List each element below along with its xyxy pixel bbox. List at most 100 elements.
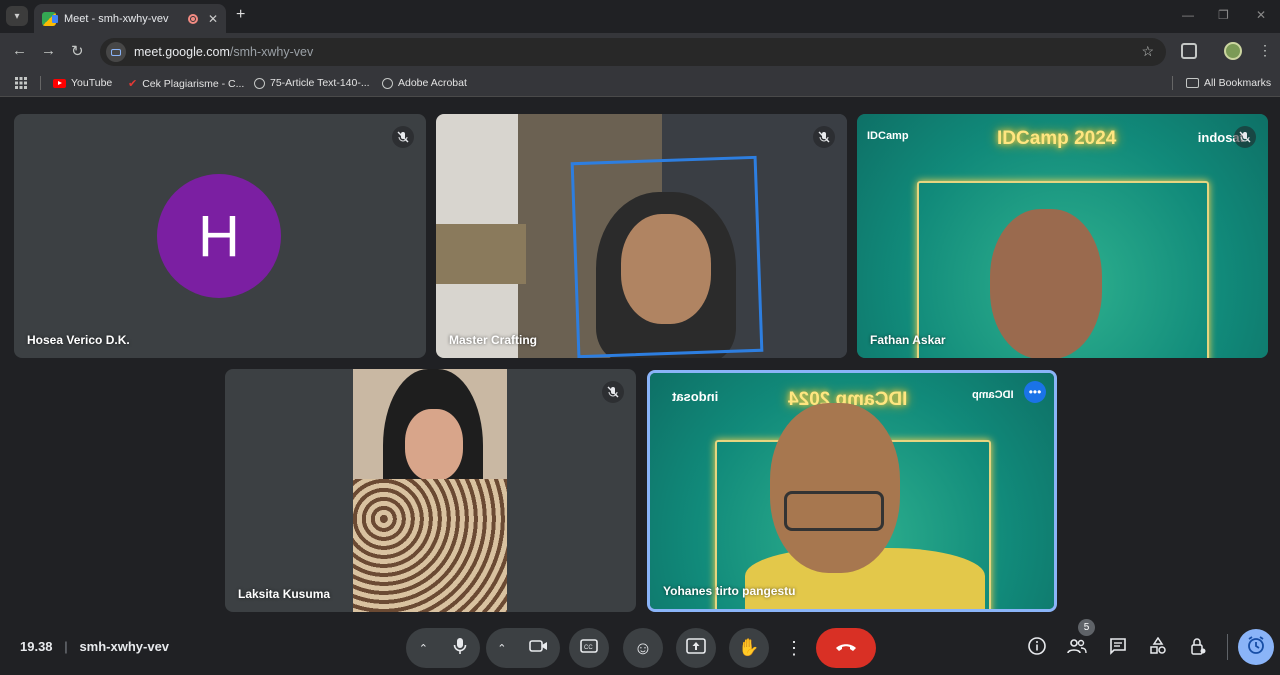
glasses bbox=[784, 491, 884, 531]
participant-face bbox=[770, 403, 900, 573]
camera-control[interactable]: ⌃ bbox=[486, 628, 560, 668]
bookmarks-bar: YouTube ✔ Cek Plagiarisme - C... 75-Arti… bbox=[0, 71, 1280, 97]
info-icon bbox=[1028, 636, 1046, 660]
browser-menu-icon[interactable]: ⋮ bbox=[1258, 42, 1272, 59]
apps-grid-icon[interactable] bbox=[15, 77, 27, 89]
captions-button[interactable]: CC bbox=[569, 628, 609, 668]
back-icon[interactable]: ← bbox=[12, 42, 27, 59]
participant-tile[interactable]: H Hosea Verico D.K. bbox=[14, 114, 426, 358]
timer-button[interactable] bbox=[1238, 629, 1274, 665]
bookmark-youtube[interactable]: YouTube bbox=[53, 77, 112, 89]
people-count-badge: 5 bbox=[1078, 619, 1095, 636]
idcamp-logo: IDCamp bbox=[972, 389, 1014, 401]
participant-video bbox=[353, 369, 507, 612]
people-icon bbox=[1067, 638, 1087, 659]
bookmark-cek-plagiarisme[interactable]: ✔ Cek Plagiarisme - C... bbox=[128, 77, 245, 91]
muted-mic-icon bbox=[602, 381, 624, 403]
divider: | bbox=[64, 639, 68, 654]
tab-title: Meet - smh-xwhy-vev bbox=[64, 12, 169, 25]
people-button[interactable] bbox=[1067, 638, 1087, 658]
more-options-button[interactable]: ⋮ bbox=[782, 628, 806, 668]
meeting-time: 19.38 | smh-xwhy-vev bbox=[20, 639, 169, 654]
idcamp-logo: IDCamp bbox=[867, 130, 909, 142]
microphone-control[interactable]: ⌃ bbox=[406, 628, 480, 668]
site-info-icon[interactable] bbox=[106, 42, 126, 62]
restore-icon[interactable]: ❐ bbox=[1218, 8, 1229, 22]
more-vert-icon: ⋮ bbox=[785, 637, 803, 658]
hang-up-icon bbox=[835, 639, 857, 657]
checkmark-icon: ✔ bbox=[128, 78, 138, 90]
minimize-icon[interactable]: — bbox=[1182, 8, 1194, 22]
active-speaker-tile[interactable]: indosat IDCamp 2024 IDCamp ••• Yohanes t… bbox=[647, 370, 1057, 612]
forward-icon[interactable]: → bbox=[41, 42, 56, 59]
extensions-icon[interactable] bbox=[1181, 43, 1197, 59]
leave-call-button[interactable] bbox=[816, 628, 876, 668]
present-screen-icon bbox=[686, 637, 706, 659]
browser-toolbar: ← → ↻ meet.google.com/smh-xwhy-vev ☆ ⋮ bbox=[0, 33, 1280, 71]
close-tab-icon[interactable]: ✕ bbox=[208, 12, 218, 26]
alarm-clock-icon bbox=[1246, 635, 1266, 660]
avatar: H bbox=[157, 174, 281, 298]
address-bar[interactable]: meet.google.com/smh-xwhy-vev ☆ bbox=[100, 38, 1166, 66]
all-bookmarks-button[interactable]: All Bookmarks bbox=[1186, 77, 1271, 89]
participant-tile[interactable]: Laksita Kusuma bbox=[225, 369, 636, 612]
folder-icon bbox=[1186, 78, 1199, 88]
present-button[interactable] bbox=[676, 628, 716, 668]
globe-icon bbox=[254, 77, 265, 89]
clothing bbox=[353, 479, 507, 612]
bookmark-label: Cek Plagiarisme - C... bbox=[142, 77, 245, 90]
face-frame bbox=[570, 155, 764, 358]
bookmark-star-icon[interactable]: ☆ bbox=[1141, 43, 1154, 60]
more-options-icon[interactable]: ••• bbox=[1024, 381, 1046, 403]
participant-face bbox=[405, 409, 463, 481]
participant-face bbox=[990, 209, 1102, 358]
recording-icon bbox=[187, 13, 198, 24]
bookmark-label: YouTube bbox=[71, 77, 113, 89]
indosat-logo: indosat bbox=[672, 389, 719, 404]
browser-tab-bar: ▾ Meet - smh-xwhy-vev ✕ + — ❐ ✕ bbox=[0, 0, 1280, 33]
raise-hand-button[interactable]: ✋ bbox=[729, 628, 769, 668]
profile-avatar[interactable] bbox=[1224, 42, 1242, 60]
lock-person-icon bbox=[1189, 637, 1207, 660]
tab-search-button[interactable]: ▾ bbox=[6, 6, 28, 26]
participant-tile[interactable]: IDCamp IDCamp 2024 indosat Fathan Askar bbox=[857, 114, 1268, 358]
shapes-icon bbox=[1149, 636, 1167, 660]
chat-button[interactable] bbox=[1108, 637, 1128, 658]
meeting-details-button[interactable] bbox=[1027, 636, 1047, 660]
participant-tile[interactable]: Master Crafting bbox=[436, 114, 847, 358]
controls-divider bbox=[1227, 634, 1228, 660]
url-host: meet.google.com bbox=[134, 45, 230, 59]
close-window-icon[interactable]: ✕ bbox=[1256, 8, 1266, 22]
muted-mic-icon bbox=[392, 126, 414, 148]
meet-favicon-icon bbox=[42, 11, 58, 26]
activities-button[interactable] bbox=[1148, 636, 1168, 660]
participant-name: Fathan Askar bbox=[870, 333, 946, 347]
host-controls-button[interactable] bbox=[1188, 637, 1208, 660]
camera-icon[interactable] bbox=[528, 639, 549, 658]
emoji-icon: ☺ bbox=[633, 637, 653, 658]
time-label: 19.38 bbox=[20, 639, 53, 654]
participant-name: Master Crafting bbox=[449, 333, 538, 347]
microphone-icon[interactable] bbox=[453, 637, 467, 660]
meeting-controls: 19.38 | smh-xwhy-vev ⌃ ⌃ CC ☺ ✋ ⋮ 5 bbox=[0, 619, 1280, 675]
active-tab[interactable]: Meet - smh-xwhy-vev ✕ bbox=[34, 4, 226, 33]
bookmark-divider bbox=[1172, 76, 1173, 90]
mic-options-icon[interactable]: ⌃ bbox=[419, 642, 428, 655]
bookmark-adobe-acrobat[interactable]: Adobe Acrobat bbox=[382, 77, 467, 89]
hand-icon: ✋ bbox=[738, 638, 760, 657]
reload-icon[interactable]: ↻ bbox=[71, 42, 84, 60]
meeting-code: smh-xwhy-vev bbox=[79, 639, 170, 654]
reactions-button[interactable]: ☺ bbox=[623, 628, 663, 668]
bookmark-divider bbox=[40, 76, 41, 90]
camera-options-icon[interactable]: ⌃ bbox=[497, 642, 506, 655]
svg-text:CC: CC bbox=[584, 645, 593, 651]
muted-mic-icon bbox=[1234, 126, 1256, 148]
participant-name: Yohanes tirto pangestu bbox=[663, 584, 796, 598]
new-tab-button[interactable]: + bbox=[236, 6, 245, 24]
url-path: /smh-xwhy-vev bbox=[229, 45, 314, 59]
bookmark-article[interactable]: 75-Article Text-140-... bbox=[254, 77, 370, 89]
muted-mic-icon bbox=[813, 126, 835, 148]
bookmark-label: 75-Article Text-140-... bbox=[270, 77, 370, 89]
participant-name: Laksita Kusuma bbox=[238, 587, 331, 601]
all-bookmarks-label: All Bookmarks bbox=[1204, 77, 1272, 89]
